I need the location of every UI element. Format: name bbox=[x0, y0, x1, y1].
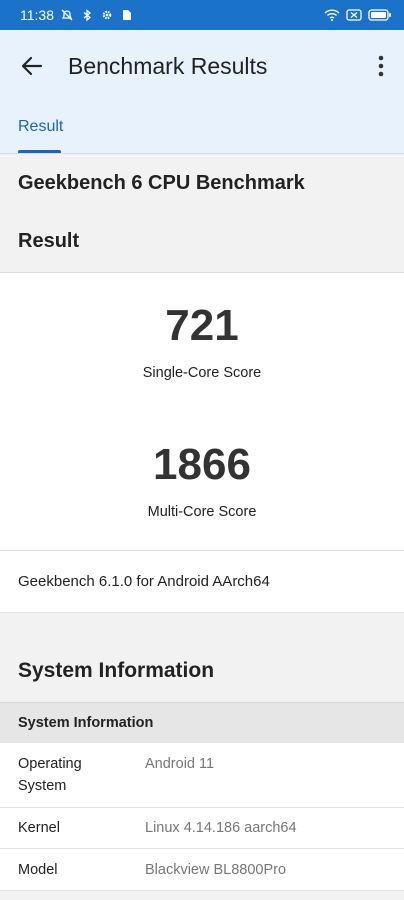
page-title: Benchmark Results bbox=[68, 53, 268, 79]
multi-core-score: 1866 bbox=[153, 440, 251, 489]
score-card: 721 Single-Core Score 1866 Multi-Core Sc… bbox=[0, 272, 404, 550]
table-row: Operating System Android 11 bbox=[0, 743, 404, 808]
app-bar: Benchmark Results bbox=[0, 30, 404, 102]
benchmark-title: Geekbench 6 CPU Benchmark bbox=[0, 154, 404, 210]
arrow-left-icon bbox=[21, 56, 43, 76]
sim-card-icon bbox=[120, 8, 134, 22]
info-value-kernel: Linux 4.14.186 aarch64 bbox=[145, 820, 297, 836]
single-core-score: 721 bbox=[165, 301, 239, 350]
status-right bbox=[324, 8, 392, 22]
info-value-model: Blackview BL8800Pro bbox=[145, 862, 287, 878]
more-options-button[interactable] bbox=[374, 52, 388, 80]
tab-result[interactable]: Result bbox=[18, 118, 63, 136]
tab-bar: Result bbox=[0, 102, 404, 154]
muted-notification-icon bbox=[60, 8, 74, 22]
info-key-kernel: Kernel bbox=[18, 820, 60, 836]
info-value-operating-system: Android 11 bbox=[145, 756, 215, 772]
table-row: Model Blackview BL8800Pro bbox=[0, 849, 404, 891]
multi-core-block: 1866 Multi-Core Score bbox=[0, 440, 404, 520]
more-vertical-icon bbox=[378, 55, 384, 77]
multi-core-label: Multi-Core Score bbox=[147, 504, 257, 520]
status-time: 11:38 bbox=[20, 7, 54, 23]
no-sim-icon bbox=[346, 8, 362, 22]
bluetooth-icon bbox=[80, 8, 94, 22]
status-bar: 11:38 bbox=[0, 0, 404, 30]
result-heading: Result bbox=[0, 210, 404, 272]
single-core-block: 721 Single-Core Score bbox=[0, 301, 404, 381]
info-key-model: Model bbox=[18, 862, 58, 878]
info-key-operating-system: Operating System bbox=[18, 756, 82, 794]
wifi-icon bbox=[324, 8, 340, 22]
single-core-label: Single-Core Score bbox=[142, 365, 262, 381]
battery-icon bbox=[368, 8, 392, 22]
tab-indicator bbox=[18, 150, 61, 153]
version-row: Geekbench 6.1.0 for Android AArch64 bbox=[0, 550, 404, 613]
back-button[interactable] bbox=[18, 52, 46, 80]
gear-icon bbox=[100, 8, 114, 22]
system-information-heading: System Information bbox=[0, 640, 404, 702]
system-information-table-header: System Information bbox=[0, 702, 404, 743]
status-left: 11:38 bbox=[20, 7, 134, 23]
table-row: Kernel Linux 4.14.186 aarch64 bbox=[0, 808, 404, 849]
